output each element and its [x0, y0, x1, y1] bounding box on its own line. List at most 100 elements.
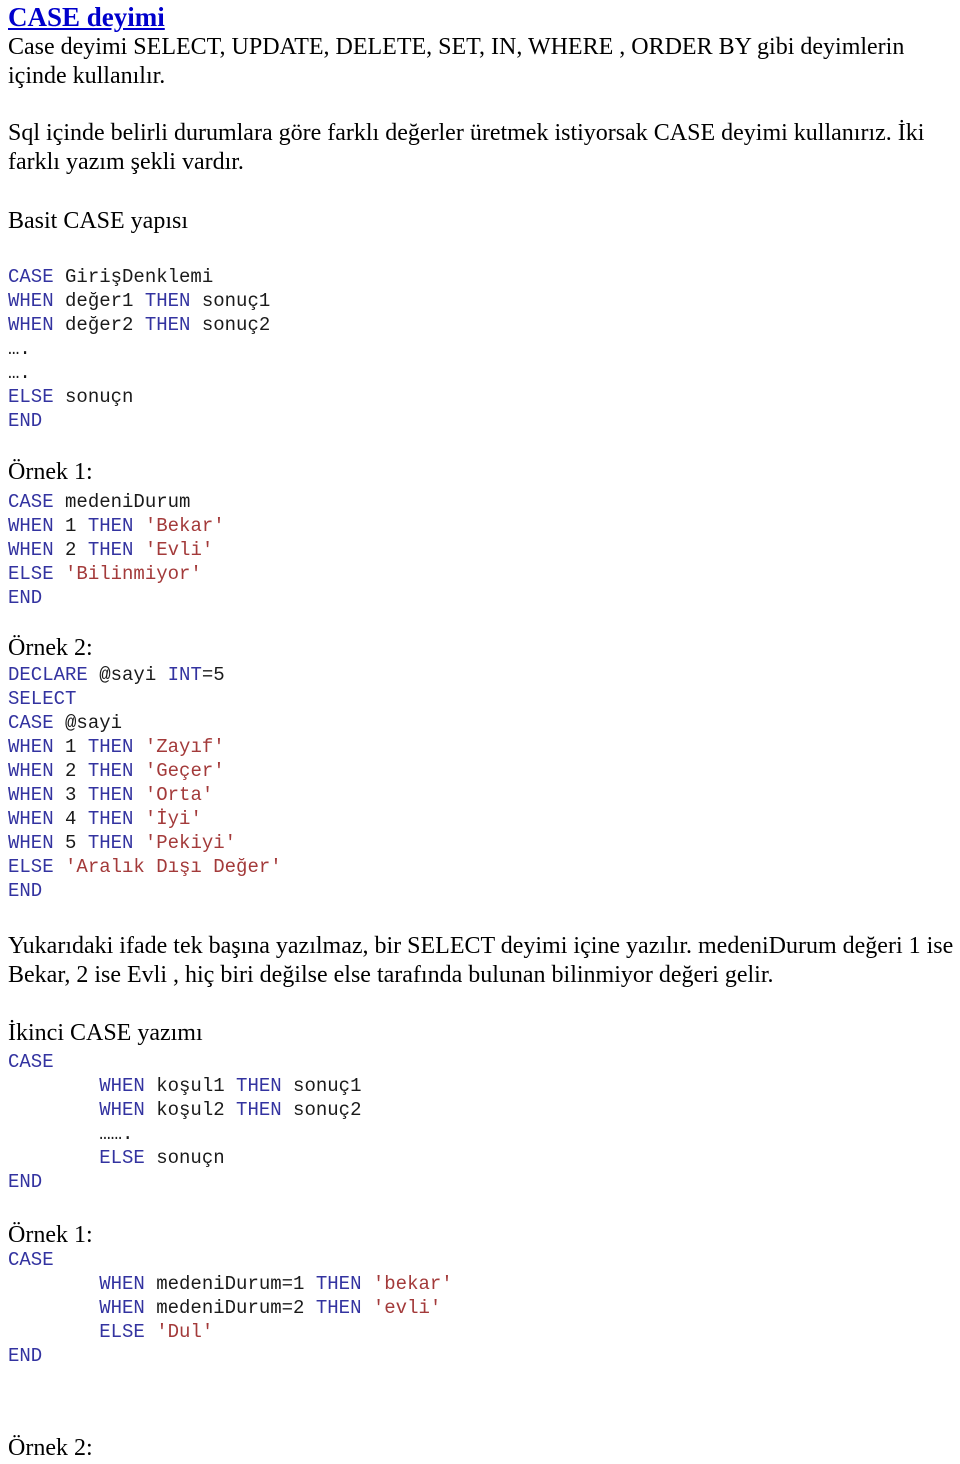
code-token-plain: 2 [53, 539, 88, 561]
code-line: END [8, 586, 225, 610]
code-token-kw: WHEN [8, 290, 54, 312]
code-token-kw: THEN [87, 808, 134, 830]
code-token-kw: ELSE [99, 1147, 145, 1169]
code-token-kw: DECLARE [8, 664, 88, 686]
code-line: WHEN 3 THEN 'Orta' [8, 783, 282, 807]
code-token-kw: END [8, 1171, 43, 1193]
heading-ornek-1: Örnek 1: [8, 459, 93, 485]
code-line: ELSE sonuçn [8, 385, 270, 409]
code-token-plain: koşul2 [144, 1099, 237, 1121]
code-line: END [8, 1170, 361, 1194]
code-token-kw: INT [167, 664, 202, 686]
code-token-str: 'Orta' [144, 784, 214, 806]
code-token-str: 'Aralık Dışı Değer' [65, 856, 282, 878]
code-token-kw: WHEN [8, 808, 54, 830]
code-token-plain: @sayi [87, 664, 168, 686]
code-token-kw: END [8, 410, 43, 432]
code-token-kw: CASE [8, 491, 54, 513]
code-token-plain: 5 [53, 832, 88, 854]
code-token-kw: WHEN [8, 760, 54, 782]
code-token-kw: CASE [8, 712, 54, 734]
code-token-plain: sonuçn [144, 1147, 225, 1169]
code-token-str: 'bekar' [372, 1273, 453, 1295]
code-token-kw: THEN [87, 539, 134, 561]
code-token-kw: THEN [315, 1273, 362, 1295]
page-title: CASE deyimi [8, 2, 165, 32]
code-token-kw: THEN [315, 1297, 362, 1319]
code-token-plain: 3 [53, 784, 88, 806]
code-token-kw: END [8, 587, 43, 609]
code-line: WHEN 1 THEN 'Bekar' [8, 514, 225, 538]
code-line: ELSE 'Dul' [8, 1320, 453, 1344]
code-token-kw: ELSE [99, 1321, 145, 1343]
code-token-str: 'evli' [372, 1297, 442, 1319]
code-line: WHEN koşul2 THEN sonuç2 [8, 1098, 361, 1122]
code-token-str: 'Zayıf' [144, 736, 225, 758]
code-token-str: 'Dul' [156, 1321, 214, 1343]
code-token-str: 'Evli' [144, 539, 214, 561]
code-token-kw: ELSE [8, 386, 54, 408]
heading-ornek-2: Örnek 2: [8, 635, 93, 661]
code-token-kw: WHEN [8, 515, 54, 537]
code-token-kw: END [8, 1345, 43, 1367]
code-line: SELECT [8, 687, 282, 711]
code-line: ELSE sonuçn [8, 1146, 361, 1170]
code-line: ELSE 'Aralık Dışı Değer' [8, 855, 282, 879]
code-line: WHEN 2 THEN 'Evli' [8, 538, 225, 562]
code-line: END [8, 879, 282, 903]
code-token-plain: 2 [53, 760, 88, 782]
code-block-ornek-1: CASE medeniDurum WHEN 1 THEN 'Bekar' WHEN … [8, 490, 225, 610]
code-token-kw: CASE [8, 1051, 54, 1073]
code-token-plain: sonuçn [53, 386, 134, 408]
code-line: WHEN koşul1 THEN sonuç1 [8, 1074, 361, 1098]
code-line: CASE GirişDenklemi [8, 265, 270, 289]
code-token-kw: WHEN [8, 736, 54, 758]
code-line: WHEN 2 THEN 'Geçer' [8, 759, 282, 783]
code-token-kw: ELSE [8, 563, 54, 585]
code-token-plain: GirişDenklemi [53, 266, 214, 288]
code-line: ELSE 'Bilinmiyor' [8, 562, 225, 586]
code-token-kw: CASE [8, 266, 54, 288]
code-token-plain: değer1 [53, 290, 145, 312]
code-line: CASE medeniDurum [8, 490, 225, 514]
heading-basit-case: Basit CASE yapısı [8, 208, 189, 234]
code-token-kw: WHEN [8, 539, 54, 561]
code-line: WHEN değer1 THEN sonuç1 [8, 289, 270, 313]
code-line: WHEN 5 THEN 'Pekiyi' [8, 831, 282, 855]
code-token-str: 'Bekar' [144, 515, 225, 537]
heading-ikinci-ornek-2: Örnek 2: [8, 1435, 93, 1461]
code-line: CASE [8, 1248, 453, 1272]
heading-ikinci-ornek-1: Örnek 1: [8, 1222, 93, 1248]
code-token-kw: SELECT [8, 688, 77, 710]
code-token-kw: THEN [87, 736, 134, 758]
code-token-kw: WHEN [99, 1099, 145, 1121]
code-token-kw: WHEN [99, 1297, 145, 1319]
code-token-kw: THEN [87, 760, 134, 782]
code-token-plain: @sayi [53, 712, 123, 734]
code-token-plain: 1 [53, 736, 88, 758]
code-line: ……. [8, 1122, 361, 1146]
code-line: DECLARE @sayi INT=5 [8, 663, 282, 687]
code-token-kw: THEN [87, 832, 134, 854]
code-token-kw: THEN [144, 290, 191, 312]
code-token-plain: sonuç1 [190, 290, 271, 312]
code-token-plain: medeniDurum=2 [144, 1297, 316, 1319]
code-token-kw: ELSE [8, 856, 54, 878]
code-token-kw: THEN [236, 1075, 282, 1097]
code-token-str: 'İyi' [144, 808, 202, 830]
code-block-ornek-2: DECLARE @sayi INT=5 SELECT CASE @sayi WHEN … [8, 663, 282, 903]
code-token-dots: …. [8, 338, 31, 360]
code-line: END [8, 1344, 453, 1368]
code-token-kw: WHEN [8, 314, 54, 336]
